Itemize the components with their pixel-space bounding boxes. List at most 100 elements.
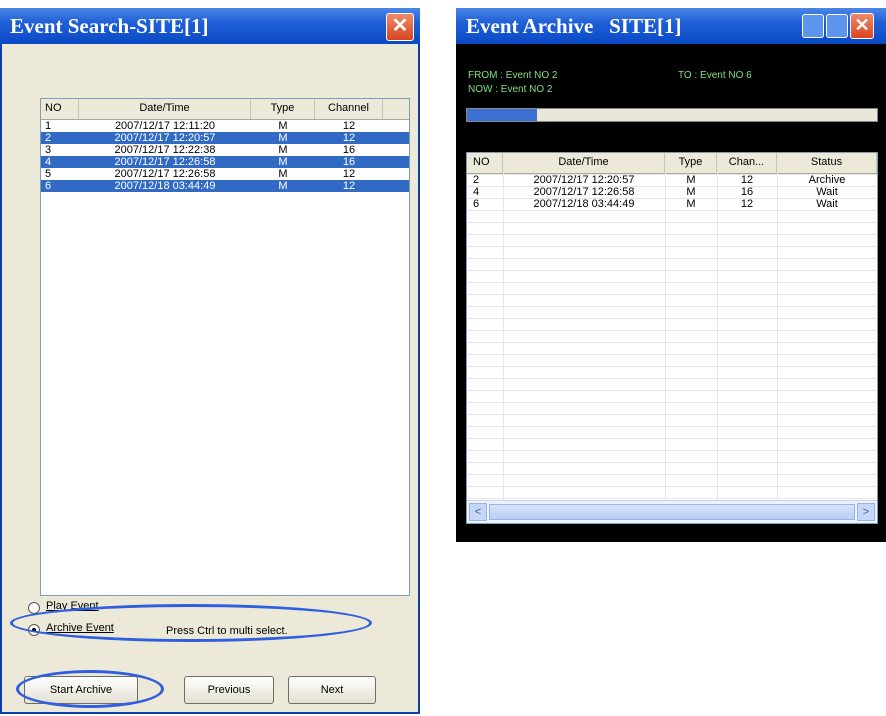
grid-row-line <box>467 306 877 307</box>
grid-row-line <box>467 258 877 259</box>
horizontal-scrollbar[interactable]: < > <box>467 500 877 523</box>
scroll-right-icon[interactable]: > <box>857 503 875 521</box>
archive-progress-bar <box>466 108 878 122</box>
archive-event-label[interactable]: Archive Event <box>46 622 114 634</box>
grid-row-line <box>467 498 877 499</box>
column-header-type[interactable]: Type <box>251 99 315 119</box>
row-type: M <box>686 198 696 210</box>
grid-row-line <box>467 270 877 271</box>
row-datetime: 2007/12/17 12:26:58 <box>114 156 216 168</box>
archive-progress-fill <box>467 109 537 121</box>
row-type: M <box>278 120 288 132</box>
row-datetime: 2007/12/17 12:20:57 <box>533 174 635 186</box>
grid-row-line <box>467 414 877 415</box>
multi-select-hint: Press Ctrl to multi select. <box>166 625 288 637</box>
next-button[interactable]: Next <box>288 676 376 704</box>
column-header-datetime[interactable]: Date/Time <box>79 99 251 119</box>
row-datetime: 2007/12/17 12:11:20 <box>114 120 216 132</box>
row-no: 3 <box>45 144 52 156</box>
row-channel: 12 <box>740 174 754 186</box>
maximize-icon[interactable] <box>826 14 848 38</box>
row-type: M <box>278 144 288 156</box>
table-row[interactable]: 6 2007/12/18 03:44:49 M 12 Wait <box>467 198 877 210</box>
play-event-label[interactable]: Play Event <box>46 600 99 612</box>
grid-row-line <box>467 198 877 199</box>
grid-row-line <box>467 210 877 211</box>
event-search-title: Event Search-SITE[1] <box>10 14 209 38</box>
column-header-no[interactable]: NO <box>41 99 79 119</box>
row-channel: 12 <box>342 180 356 192</box>
row-no: 6 <box>473 198 480 210</box>
event-list-header: NO Date/Time Type Channel <box>41 99 409 120</box>
to-event-label: TO : Event NO 6 <box>678 70 752 81</box>
event-archive-title: Event Archive SITE[1] <box>466 14 682 38</box>
grid-row-line <box>467 294 877 295</box>
row-no: 1 <box>45 120 52 132</box>
table-row[interactable]: 4 2007/12/17 12:26:58 M 16 Wait <box>467 186 877 198</box>
table-row[interactable]: 2 2007/12/17 12:20:57 M 12 <box>41 132 409 144</box>
archive-list[interactable]: NO Date/Time Type Chan... Status 2 2007/1… <box>466 152 878 524</box>
grid-row-line <box>467 462 877 463</box>
row-datetime: 2007/12/18 03:44:49 <box>114 180 216 192</box>
row-no: 4 <box>45 156 52 168</box>
event-search-titlebar[interactable]: Event Search-SITE[1] ✕ <box>0 8 420 44</box>
grid-row-line <box>467 222 877 223</box>
archive-event-radio[interactable] <box>28 624 40 636</box>
table-row[interactable]: 2 2007/12/17 12:20:57 M 12 Archive <box>467 174 877 186</box>
row-type: M <box>278 168 288 180</box>
minimize-icon[interactable] <box>802 14 824 38</box>
row-channel: 12 <box>342 168 356 180</box>
close-icon[interactable]: ✕ <box>850 13 874 39</box>
row-datetime: 2007/12/17 12:20:57 <box>114 132 216 144</box>
row-type: M <box>686 186 696 198</box>
row-type: M <box>686 174 696 186</box>
column-header-datetime[interactable]: Date/Time <box>503 153 665 173</box>
row-no: 2 <box>45 132 52 144</box>
row-type: M <box>278 156 288 168</box>
column-header-type[interactable]: Type <box>665 153 717 173</box>
row-channel: 12 <box>342 120 356 132</box>
event-archive-window: Event Archive SITE[1] ✕ FROM : Event NO … <box>456 8 886 542</box>
row-no: 6 <box>45 180 52 192</box>
row-status: Wait <box>816 186 838 198</box>
archive-list-header: NO Date/Time Type Chan... Status <box>467 153 877 174</box>
grid-row-line <box>467 474 877 475</box>
row-channel: 16 <box>342 156 356 168</box>
table-row[interactable]: 3 2007/12/17 12:22:38 M 16 <box>41 144 409 156</box>
grid-row-line <box>467 450 877 451</box>
row-channel: 12 <box>342 132 356 144</box>
row-type: M <box>278 132 288 144</box>
row-no: 2 <box>473 174 480 186</box>
table-row[interactable]: 5 2007/12/17 12:26:58 M 12 <box>41 168 409 180</box>
grid-row-line <box>467 426 877 427</box>
row-datetime: 2007/12/17 12:22:38 <box>114 144 216 156</box>
grid-row-line <box>467 234 877 235</box>
row-datetime: 2007/12/17 12:26:58 <box>114 168 216 180</box>
row-status: Archive <box>808 174 846 186</box>
column-header-channel[interactable]: Channel <box>315 99 383 119</box>
event-list[interactable]: NO Date/Time Type Channel 1 2007/12/17 12… <box>40 98 410 596</box>
event-archive-titlebar[interactable]: Event Archive SITE[1] ✕ <box>456 8 886 44</box>
event-search-window: Event Search-SITE[1] ✕ NO Date/Time Type… <box>0 8 420 714</box>
grid-row-line <box>467 318 877 319</box>
scroll-left-icon[interactable]: < <box>469 503 487 521</box>
previous-button[interactable]: Previous <box>184 676 274 704</box>
column-header-channel[interactable]: Chan... <box>717 153 777 173</box>
table-row[interactable]: 6 2007/12/18 03:44:49 M 12 <box>41 180 409 192</box>
play-event-radio[interactable] <box>28 602 40 614</box>
row-type: M <box>278 180 288 192</box>
grid-column-line <box>503 173 504 501</box>
start-archive-button[interactable]: Start Archive <box>24 676 138 704</box>
scrollbar-thumb[interactable] <box>489 504 855 520</box>
archive-list-rows: 2 2007/12/17 12:20:57 M 12 Archive 4 2007/12/1… <box>467 174 877 210</box>
table-row[interactable]: 1 2007/12/17 12:11:20 M 12 <box>41 120 409 132</box>
column-header-status[interactable]: Status <box>777 153 877 173</box>
grid-row-line <box>467 366 877 367</box>
row-no: 5 <box>45 168 52 180</box>
grid-row-line <box>467 174 877 175</box>
row-channel: 16 <box>740 186 754 198</box>
close-icon[interactable]: ✕ <box>386 13 414 41</box>
column-header-no[interactable]: NO <box>467 153 503 173</box>
table-row[interactable]: 4 2007/12/17 12:26:58 M 16 <box>41 156 409 168</box>
grid-column-line <box>777 173 778 501</box>
